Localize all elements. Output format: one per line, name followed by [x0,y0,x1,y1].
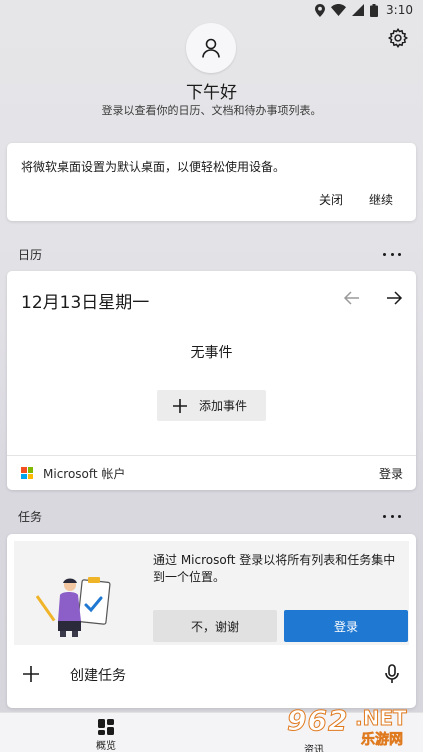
plus-icon[interactable] [23,666,39,682]
wifi-icon [331,4,347,16]
task-checklist-illustration-icon [36,577,111,637]
avatar-button[interactable] [186,23,236,73]
create-task-input[interactable]: 创建任务 [70,665,126,685]
default-launcher-banner: 将微软桌面设置为默认桌面，以便轻松使用设备。 关闭 继续 [7,143,416,221]
banner-close-button[interactable]: 关闭 [319,191,343,208]
location-icon [315,3,326,17]
tasks-section-label: 任务 [18,510,43,524]
status-icons: 3:10 [315,3,413,17]
tasks-signin-promo: 通过 Microsoft 登录以将所有列表和任务集中到一个位置。 不，谢谢 登录 [14,541,409,645]
signal-icon [352,4,365,16]
status-bar: 3:10 [0,0,423,22]
watermark-cn: 乐游网 [361,732,404,749]
site-watermark-logo: 962 .NET 乐游网 [286,700,421,750]
calendar-signin-button[interactable]: 登录 [379,465,403,482]
tasks-card: 通过 Microsoft 登录以将所有列表和任务集中到一个位置。 不，谢谢 登录… [7,534,416,708]
arrow-left-icon[interactable] [343,289,361,307]
calendar-section-label: 日历 [18,248,43,262]
watermark-tld: .NET [355,706,408,731]
overview-grid-icon [98,719,114,735]
arrow-right-icon[interactable] [385,289,403,307]
plus-icon [173,398,187,413]
battery-icon [370,3,379,17]
tasks-signin-button[interactable]: 登录 [284,610,408,642]
microphone-icon[interactable] [384,664,400,684]
tab-overview[interactable]: 概览 [88,719,124,752]
gear-icon[interactable] [387,27,409,49]
divider [7,455,416,456]
calendar-more-icon[interactable] [383,251,401,257]
decline-button[interactable]: 不，谢谢 [153,610,277,642]
add-event-button[interactable]: 添加事件 [157,390,266,421]
banner-continue-button[interactable]: 继续 [369,191,393,208]
add-event-label: 添加事件 [199,399,248,413]
greeting-title: 下午好 [186,83,237,103]
tab-overview-label: 概览 [96,741,116,752]
microsoft-logo-icon [21,467,33,479]
no-events-text: 无事件 [190,345,233,361]
tasks-more-icon[interactable] [383,513,401,519]
person-icon [202,38,220,58]
watermark-brand: 962 [286,704,349,738]
calendar-date: 12月13日星期一 [21,293,150,313]
status-time: 3:10 [386,3,413,17]
promo-text: 通过 Microsoft 登录以将所有列表和任务集中到一个位置。 [153,553,396,584]
greeting-subtitle: 登录以查看你的日历、文档和待办事项列表。 [101,104,322,117]
calendar-card: 12月13日星期一 无事件 添加事件 Microsoft 帐户 登录 [7,271,416,490]
banner-text: 将微软桌面设置为默认桌面，以便轻松使用设备。 [21,160,286,174]
microsoft-account-label: Microsoft 帐户 [43,467,126,481]
